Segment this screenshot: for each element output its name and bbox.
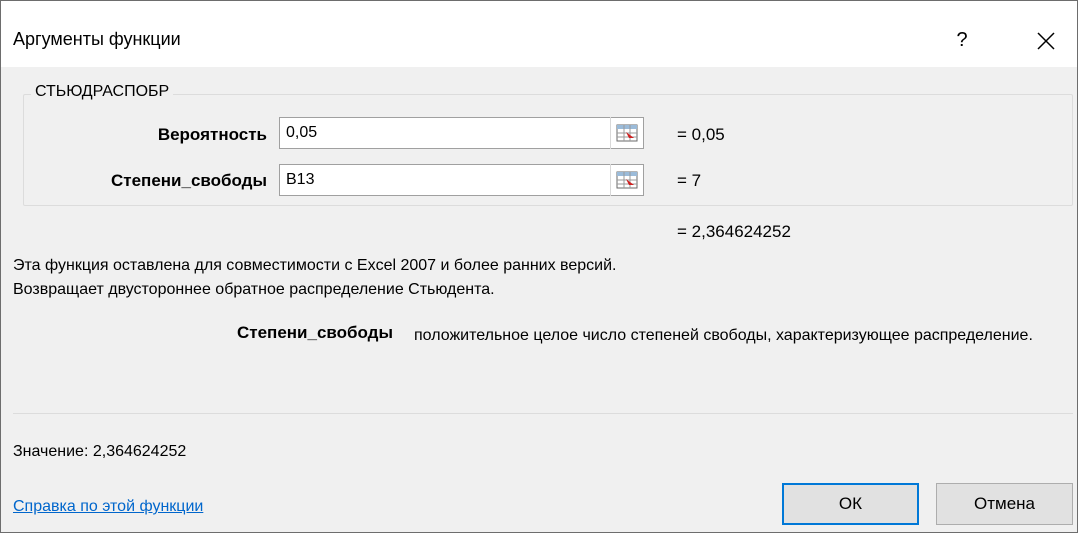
range-collapse-icon	[616, 124, 638, 142]
divider	[13, 413, 1073, 414]
value-line: Значение: 2,364624252	[13, 443, 187, 460]
close-button[interactable]	[1026, 21, 1066, 61]
cancel-button[interactable]: Отмена	[936, 483, 1073, 525]
ok-button[interactable]: ОК	[782, 483, 919, 525]
range-collapse-icon	[616, 171, 638, 189]
help-icon[interactable]: ?	[945, 23, 979, 57]
function-name: СТЬЮДРАСПОБР	[31, 83, 174, 101]
title-bar: Аргументы функции ?	[1, 1, 1077, 67]
degrees-freedom-collapse-button[interactable]	[610, 164, 642, 196]
close-icon	[1037, 32, 1055, 50]
arg-label-probability: Вероятность	[157, 125, 267, 144]
function-arguments-dialog: Аргументы функции ? СТЬЮДРАСПОБР Вероятн…	[0, 0, 1078, 533]
param-help-name: Степени_свободы	[237, 323, 393, 342]
function-description-line1: Эта функция оставлена для совместимости …	[13, 257, 617, 274]
probability-result: = 0,05	[677, 125, 725, 144]
degrees-freedom-input[interactable]: B13	[279, 164, 644, 196]
dialog-title: Аргументы функции	[13, 29, 181, 49]
probability-collapse-button[interactable]	[610, 117, 642, 149]
formula-result: = 2,364624252	[677, 222, 791, 241]
function-description-line2: Возвращает двустороннее обратное распред…	[13, 281, 495, 298]
arg-label-degrees-freedom: Степени_свободы	[111, 171, 267, 190]
param-help-text: положительное целое число степеней свобо…	[414, 327, 1033, 344]
help-link[interactable]: Справка по этой функции	[13, 498, 203, 516]
probability-input[interactable]: 0,05	[279, 117, 644, 149]
degrees-freedom-result: = 7	[677, 171, 702, 190]
